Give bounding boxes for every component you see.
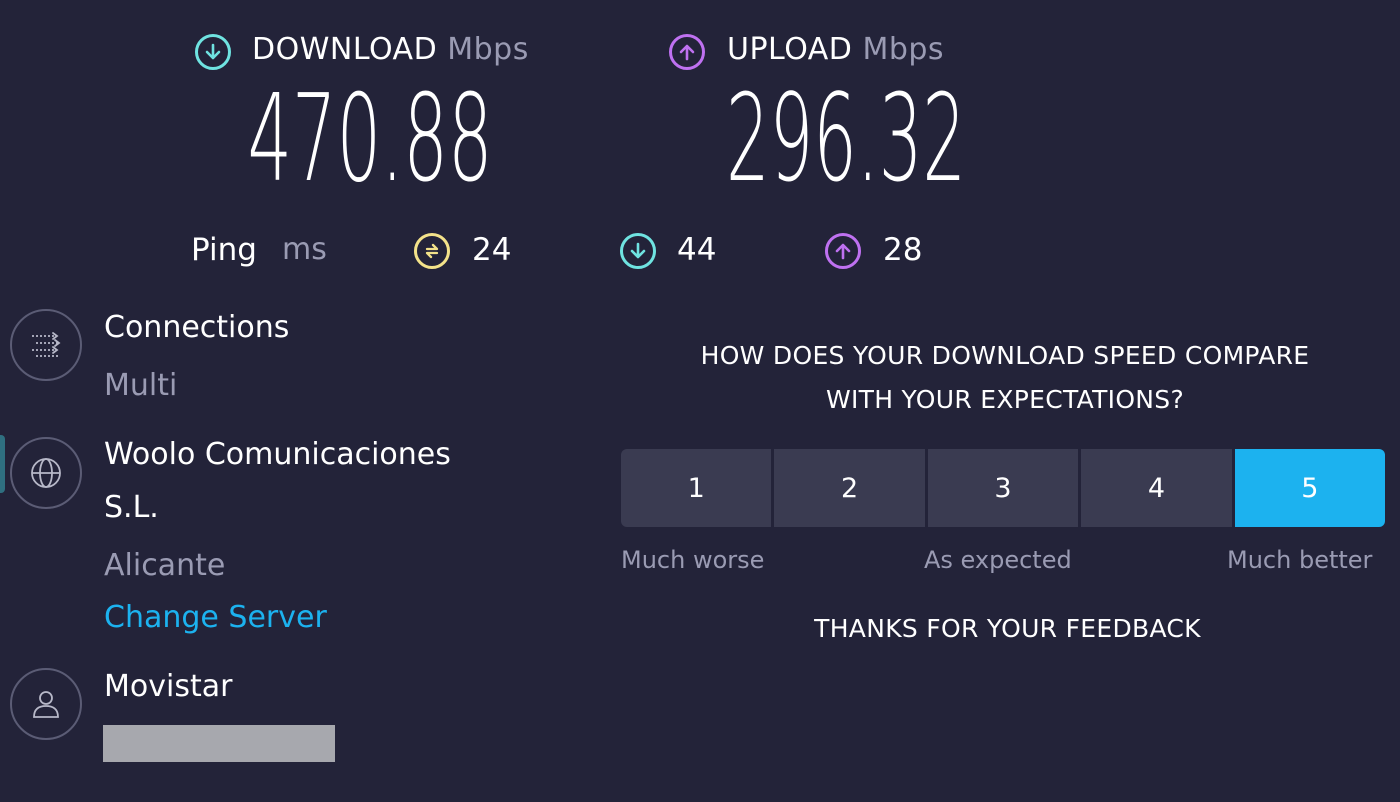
side-edge-tab — [0, 435, 5, 493]
connections-value[interactable]: Multi — [104, 368, 177, 403]
feedback-question: HOW DOES YOUR DOWNLOAD SPEED COMPARE WIT… — [630, 334, 1380, 422]
server-name-line2: S.L. — [104, 490, 159, 525]
rating-option-1[interactable]: 1 — [621, 449, 772, 527]
download-ping-icon — [620, 233, 656, 269]
rating-option-5[interactable]: 5 — [1234, 449, 1385, 527]
user-icon — [10, 668, 82, 740]
scale-mid-label: As expected — [924, 546, 1072, 574]
idle-ping-icon — [414, 233, 450, 269]
upload-speed: 296.32 — [714, 72, 1014, 202]
upload-unit: Mbps — [862, 32, 945, 67]
scale-low-label: Much worse — [621, 546, 765, 574]
upload-arrow-icon — [669, 34, 705, 70]
rating-option-3[interactable]: 3 — [927, 449, 1079, 527]
rating-scale: 1 2 3 4 5 — [621, 449, 1385, 527]
upload-title: UPLOAD — [727, 32, 853, 67]
download-speed-value: 470.88 — [248, 72, 493, 202]
redacted-ip-block — [103, 725, 335, 762]
feedback-thanks: THANKS FOR YOUR FEEDBACK — [814, 614, 1201, 643]
ping-unit: ms — [282, 232, 327, 267]
feedback-question-line2: WITH YOUR EXPECTATIONS? — [825, 385, 1185, 414]
idle-ping-value: 24 — [472, 232, 512, 268]
change-server-link[interactable]: Change Server — [104, 600, 327, 635]
upload-ping-value: 28 — [883, 232, 923, 268]
download-ping-value: 44 — [677, 232, 717, 268]
download-title: DOWNLOAD — [252, 32, 438, 67]
download-unit: Mbps — [447, 32, 529, 67]
server-location: Alicante — [104, 548, 226, 583]
scale-high-label: Much better — [1227, 546, 1373, 574]
upload-label: UPLOAD Mbps — [727, 32, 944, 67]
feedback-question-line1: HOW DOES YOUR DOWNLOAD SPEED COMPARE — [700, 341, 1310, 370]
rating-option-4[interactable]: 4 — [1081, 449, 1232, 527]
download-speed: 470.88 — [240, 72, 540, 202]
server-name-line1: Woolo Comunicaciones — [104, 437, 451, 472]
ping-label: Ping — [191, 232, 257, 268]
upload-ping-icon — [825, 233, 861, 269]
upload-speed-value: 296.32 — [726, 72, 966, 202]
globe-icon — [10, 437, 82, 509]
connections-icon — [10, 309, 82, 381]
connections-title: Connections — [104, 310, 290, 345]
download-label: DOWNLOAD Mbps — [252, 32, 529, 67]
rating-option-2[interactable]: 2 — [774, 449, 925, 527]
provider-name: Movistar — [104, 669, 233, 704]
download-arrow-icon — [195, 34, 231, 70]
